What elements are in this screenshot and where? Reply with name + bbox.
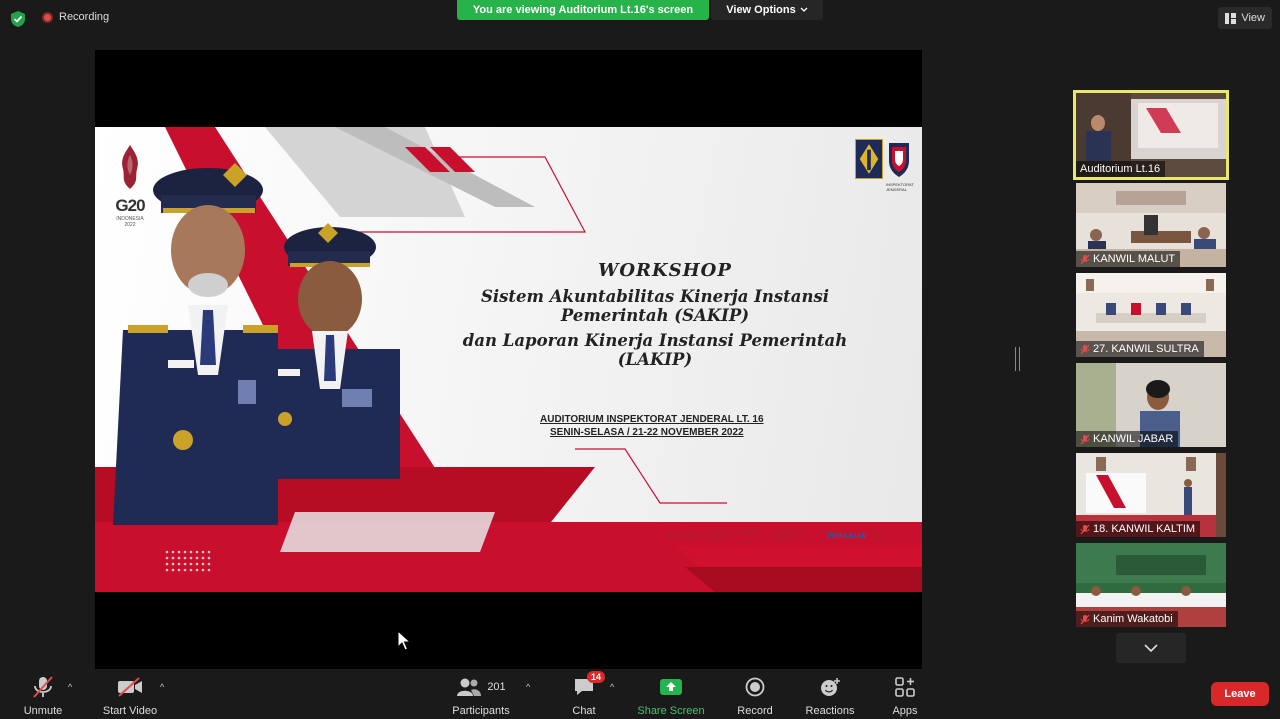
tile-name-label: 18. KANWIL KALTIM	[1076, 521, 1201, 537]
g20-emblem-icon	[122, 145, 138, 189]
tile-name-label: Kanim Wakatobi	[1076, 611, 1178, 627]
muted-mic-icon	[1080, 254, 1090, 264]
share-screen-icon	[660, 679, 682, 695]
apps-icon	[895, 677, 915, 697]
zoom-meeting-window: Recording You are viewing Auditorium Lt.…	[0, 0, 1280, 719]
video-options-caret[interactable]: ^	[160, 682, 164, 692]
apps-button[interactable]: Apps	[865, 674, 945, 717]
muted-microphone-icon	[33, 676, 53, 698]
tile-name-text: 27. KANWIL SULTRA	[1093, 343, 1199, 355]
official-photo-right	[260, 223, 400, 479]
tile-name-text: 18. KANWIL KALTIM	[1093, 523, 1196, 535]
berakhlak-logo: BerAKHLAK	[667, 532, 709, 540]
slide-footer-logos: BerAKHLAK PEMASYARAKATAN PASTI REFORMASI…	[667, 530, 922, 542]
reactions-label: Reactions	[805, 705, 855, 717]
muted-mic-icon	[1080, 614, 1090, 624]
participants-options-caret[interactable]: ^	[526, 682, 530, 692]
panel-resize-handle[interactable]	[1015, 347, 1020, 371]
participant-gallery: Auditorium Lt.16 KANWIL MALUT 27. KANWIL…	[1073, 90, 1229, 633]
bangkit-logo: Inspektorat Jenderal Bangkit	[870, 531, 910, 541]
unmute-label: Unmute	[23, 705, 63, 717]
video-off-icon	[118, 677, 142, 697]
pemajuan-logo: PEMAJUAN	[827, 532, 867, 540]
shared-screen[interactable]: G20 INDONESIA 2022 INSPEKTORAT JENDERAL	[95, 50, 922, 669]
unmute-button[interactable]: Unmute	[3, 674, 83, 717]
presentation-slide: G20 INDONESIA 2022 INSPEKTORAT JENDERAL	[95, 127, 922, 592]
participants-label: Participants	[452, 705, 510, 717]
apps-label: Apps	[892, 705, 918, 717]
participant-tile[interactable]: Auditorium Lt.16	[1073, 90, 1229, 180]
muted-mic-icon	[1080, 344, 1090, 354]
tile-name-label: 27. KANWIL SULTRA	[1076, 341, 1204, 357]
smiley-plus-icon	[821, 678, 840, 696]
record-button[interactable]: Record	[715, 674, 795, 717]
start-video-button[interactable]: Start Video	[90, 674, 170, 717]
slide-date: SENIN-SELASA / 21-22 NOVEMBER 2022	[550, 427, 744, 438]
pemasyarakatan-pasti-logo: PEMASYARAKATAN PASTI	[712, 530, 761, 542]
record-icon	[745, 677, 765, 697]
recording-label: Recording	[59, 11, 110, 23]
tile-name-text: Kanim Wakatobi	[1093, 613, 1173, 625]
g20-logo: G20 INDONESIA 2022	[109, 145, 151, 228]
tile-name-label: Auditorium Lt.16	[1076, 161, 1166, 177]
chat-unread-badge: 14	[587, 671, 606, 683]
view-button[interactable]: View	[1218, 7, 1272, 29]
tile-name-text: Auditorium Lt.16	[1080, 163, 1161, 175]
participant-count: 201	[487, 681, 506, 693]
leave-button[interactable]: Leave	[1211, 682, 1269, 706]
meeting-toolbar: Unmute ^ Start Video ^ 201 Participants …	[0, 669, 1280, 719]
g20-title: G20	[115, 196, 145, 215]
slide-title-sakip: Sistem Akuntabilitas Kinerja Instansi Pe…	[480, 287, 830, 325]
chat-options-caret[interactable]: ^	[610, 682, 614, 692]
grid-view-icon	[1225, 12, 1237, 24]
slide-title-block: WORKSHOP Sistem Akuntabilitas Kinerja In…	[395, 260, 875, 369]
participant-tile[interactable]: 18. KANWIL KALTIM	[1076, 453, 1226, 537]
muted-mic-icon	[1080, 524, 1090, 534]
audio-options-caret[interactable]: ^	[68, 682, 72, 692]
muted-mic-icon	[1080, 434, 1090, 444]
participant-tile[interactable]: KANWIL MALUT	[1076, 183, 1226, 267]
participant-tile[interactable]: 27. KANWIL SULTRA	[1076, 273, 1226, 357]
ministry-logos	[855, 139, 912, 179]
tile-name-text: KANWIL MALUT	[1093, 253, 1176, 265]
tile-name-text: KANWIL JABAR	[1093, 433, 1174, 445]
slide-title-workshop: WORKSHOP	[598, 260, 732, 281]
slide-venue: AUDITORIUM INSPEKTORAT JENDERAL LT. 16	[540, 414, 764, 425]
start-video-label: Start Video	[102, 705, 158, 717]
recording-indicator[interactable]: Recording	[42, 11, 109, 23]
view-options-label: View Options	[726, 4, 796, 16]
slide-venue-block: AUDITORIUM INSPEKTORAT JENDERAL LT. 16 S…	[540, 414, 764, 440]
mouse-pointer-icon	[397, 630, 412, 651]
recording-dot-icon	[42, 11, 53, 23]
security-shield-icon[interactable]	[8, 9, 28, 29]
participant-tile[interactable]: Kanim Wakatobi	[1076, 543, 1226, 627]
inspectorate-emblem-icon	[889, 143, 909, 177]
reactions-button[interactable]: Reactions	[790, 674, 870, 717]
g20-year: 2022	[124, 222, 136, 228]
share-screen-label: Share Screen	[637, 705, 705, 717]
view-button-label: View	[1241, 12, 1265, 24]
gallery-next-page-button[interactable]	[1116, 633, 1186, 663]
slide-title-lakip: dan Laporan Kinerja Instansi Pemerintah …	[462, 331, 848, 369]
chat-label: Chat	[572, 705, 596, 717]
viewing-screen-banner: You are viewing Auditorium Lt.16's scree…	[457, 0, 709, 20]
tile-name-label: KANWIL JABAR	[1076, 431, 1179, 447]
logo-caption: INSPEKTORAT JENDERAL	[886, 182, 914, 192]
view-options-button[interactable]: View Options	[711, 0, 823, 20]
tile-name-label: KANWIL MALUT	[1076, 251, 1181, 267]
participant-tile[interactable]: KANWIL JABAR	[1076, 363, 1226, 447]
ministry-emblem-icon	[855, 139, 883, 179]
reformasi-hukum-logo: REFORMASI HUKUM	[776, 530, 807, 542]
record-label: Record	[737, 705, 773, 717]
participants-button[interactable]: 201 Participants	[441, 674, 521, 717]
share-screen-button[interactable]: Share Screen	[631, 674, 711, 717]
participants-icon	[457, 678, 482, 696]
chevron-down-icon	[800, 7, 808, 12]
chevron-down-icon	[1144, 644, 1158, 652]
chat-button[interactable]: 14 Chat	[544, 671, 624, 717]
